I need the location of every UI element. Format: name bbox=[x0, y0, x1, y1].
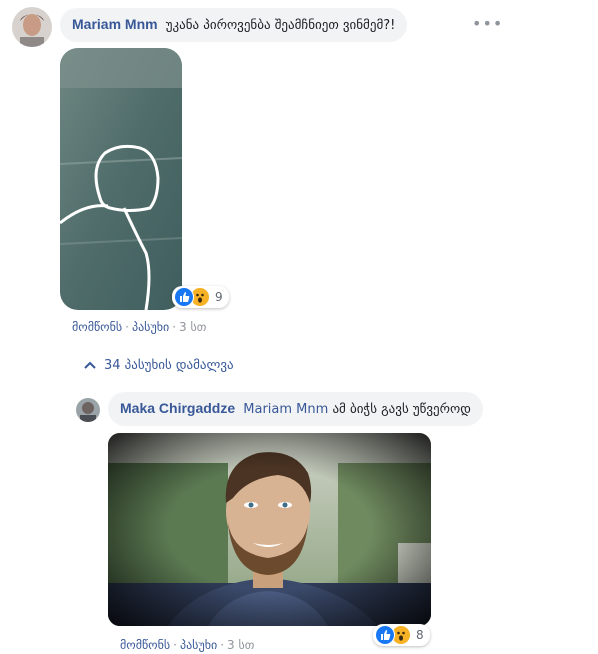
reply-author[interactable]: Maka Chirgaddze bbox=[120, 400, 235, 416]
reaction-count: 9 bbox=[215, 290, 223, 304]
reply-reaction-summary[interactable]: 8 bbox=[373, 624, 430, 646]
reaction-count: 8 bbox=[416, 628, 424, 642]
comment-bubble: Mariam Mnm უკანა პიროვენბა შეამჩნიეთ ვინ… bbox=[60, 8, 408, 42]
comment-time[interactable]: 3 სთ bbox=[179, 320, 206, 334]
comment-text: უკანა პიროვენბა შეამჩნიეთ ვინმემ?! bbox=[165, 18, 396, 33]
reply-action[interactable]: პასუხი bbox=[132, 320, 169, 334]
like-icon bbox=[375, 625, 395, 645]
reply-attachment-image[interactable] bbox=[108, 433, 431, 626]
more-options-icon[interactable]: ••• bbox=[472, 14, 503, 33]
reply-actions: მომწონს · პასუხი · 3 სთ bbox=[120, 638, 255, 652]
reply-text: ამ ბიჭს გავს უწვეროდ bbox=[332, 402, 471, 417]
reply-mention[interactable]: Mariam Mnm bbox=[243, 402, 328, 417]
reply-time[interactable]: 3 სთ bbox=[227, 638, 254, 652]
hide-replies-toggle[interactable]: 34 პასუხის დამალვა bbox=[84, 358, 234, 373]
like-icon bbox=[174, 287, 194, 307]
comment-author[interactable]: Mariam Mnm bbox=[72, 16, 158, 32]
reply-action[interactable]: პასუხი bbox=[180, 638, 217, 652]
reaction-summary[interactable]: 9 bbox=[172, 286, 229, 308]
avatar-mariam[interactable] bbox=[12, 7, 52, 47]
comment-actions: მომწონს · პასუხი · 3 სთ bbox=[72, 320, 207, 334]
chevron-up-icon bbox=[84, 358, 96, 373]
comment-attachment-image[interactable] bbox=[60, 48, 182, 310]
hide-replies-label: 34 პასუხის დამალვა bbox=[104, 358, 234, 373]
reply-bubble: Maka Chirgaddze Mariam Mnm ამ ბიჭს გავს … bbox=[108, 392, 483, 426]
like-action[interactable]: მომწონს bbox=[72, 320, 122, 334]
like-action[interactable]: მომწონს bbox=[120, 638, 170, 652]
avatar-maka[interactable] bbox=[76, 398, 100, 422]
